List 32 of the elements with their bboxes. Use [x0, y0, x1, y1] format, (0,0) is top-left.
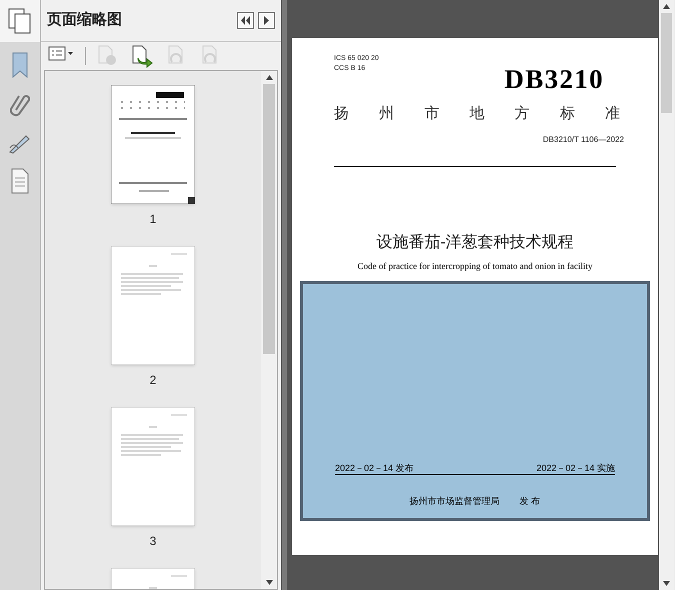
panel-splitter[interactable]: [281, 0, 288, 590]
effective-date: 2022－02－14 实施: [536, 462, 615, 474]
document-subtitle: Code of practice for intercropping of tomato and onion in facility: [358, 260, 592, 273]
scroll-up-icon[interactable]: [663, 4, 670, 9]
document-icon[interactable]: [10, 168, 30, 194]
scroll-down-icon[interactable]: [266, 580, 272, 585]
scroll-thumb[interactable]: [263, 84, 275, 354]
issuer: 扬州市市场监督管理局: [410, 495, 500, 508]
issue-label: 发 布: [520, 495, 540, 508]
pages-icon[interactable]: [8, 8, 32, 34]
page-number: 2: [150, 372, 156, 389]
bookmark-icon[interactable]: [10, 52, 30, 78]
scroll-thumb[interactable]: [661, 13, 672, 113]
scrollbar[interactable]: [659, 0, 674, 590]
authority-heading: 扬 州 市 地 方 标 准: [333, 104, 622, 124]
page-thumbnail[interactable]: [111, 85, 195, 204]
page-number: 1: [150, 211, 156, 228]
paperclip-icon[interactable]: [10, 92, 30, 118]
collapse-icon[interactable]: [237, 12, 254, 29]
document-title: 设施番茄-洋葱套种技术规程: [376, 232, 574, 252]
scroll-down-icon[interactable]: [663, 581, 670, 586]
scrollbar[interactable]: [261, 71, 277, 589]
page-number: 3: [150, 533, 156, 550]
standard-number: DB3210/T 1106—2022: [542, 134, 624, 146]
page-thumbnail[interactable]: [111, 407, 195, 526]
scroll-up-icon[interactable]: [266, 75, 272, 80]
panel-title: 页面缩略图: [47, 10, 122, 30]
publish-date: 2022－02－14 发布: [335, 462, 414, 474]
insert-icon[interactable]: [130, 44, 154, 68]
standard-code: DB3210: [504, 66, 604, 93]
next-icon[interactable]: [258, 12, 275, 29]
page-thumbnail[interactable]: [111, 246, 195, 365]
